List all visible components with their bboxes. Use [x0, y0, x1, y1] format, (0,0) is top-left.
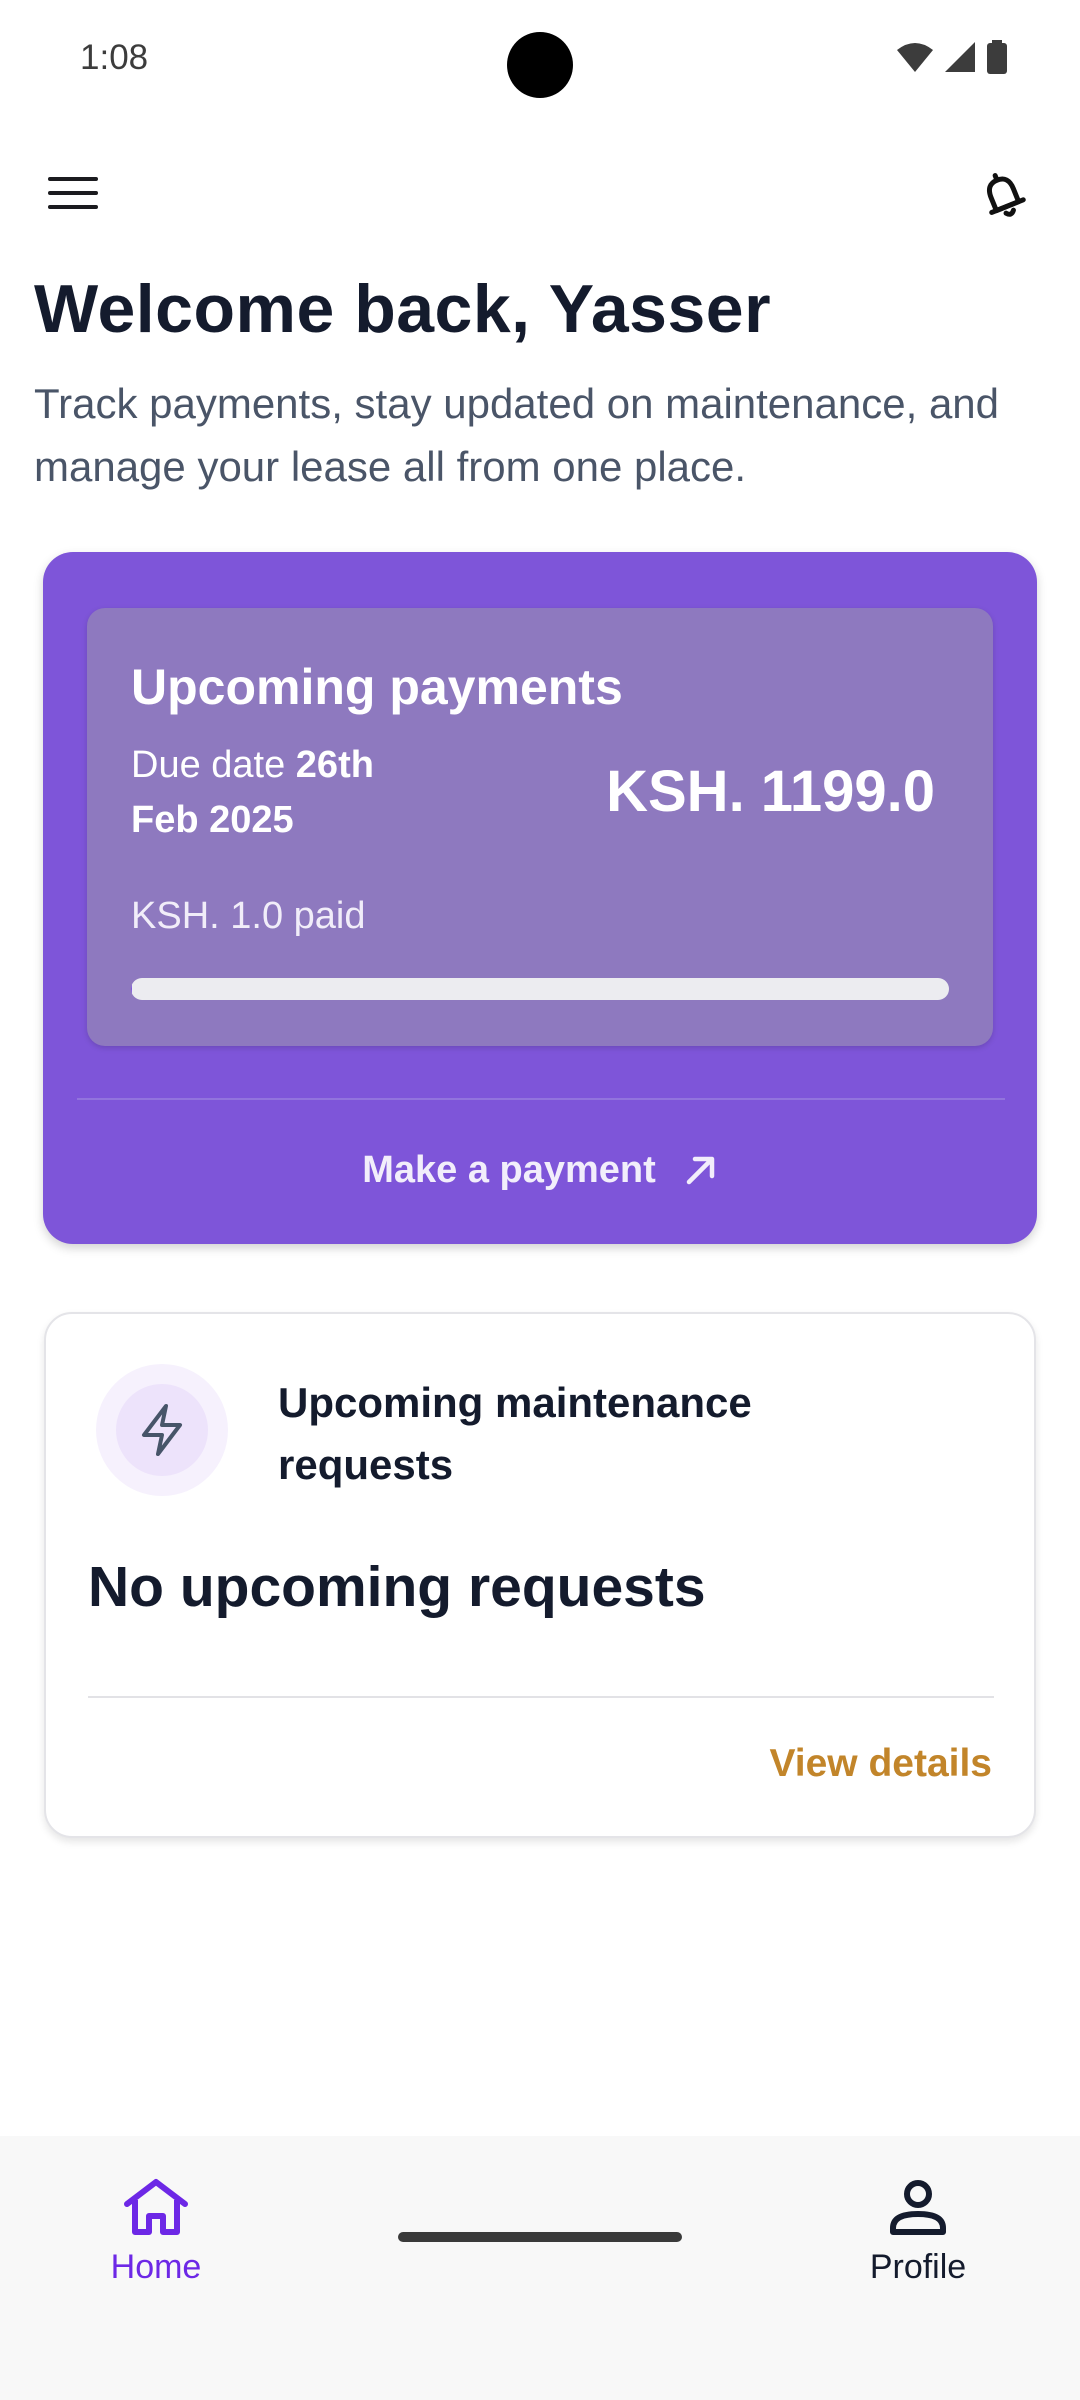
view-details-link[interactable]: View details — [769, 1742, 992, 1786]
signal-icon — [945, 42, 975, 72]
wifi-icon — [897, 43, 933, 72]
nav-profile[interactable]: Profile — [818, 2176, 1018, 2287]
home-icon — [124, 2179, 188, 2235]
battery-icon — [987, 40, 1007, 74]
bell-icon — [986, 173, 1026, 217]
gesture-home-indicator — [398, 2232, 682, 2242]
arrow-up-right-icon — [686, 1156, 715, 1185]
camera-cutout — [507, 32, 573, 98]
nav-home-label: Home — [110, 2248, 202, 2286]
payment-summary: Upcoming payments Due date 26th Feb 2025… — [87, 608, 993, 1046]
page-title: Welcome back, Yasser — [34, 271, 772, 347]
hamburger-menu-icon — [48, 177, 98, 209]
maintenance-card: Upcoming maintenance requests No upcomin… — [44, 1312, 1036, 1838]
make-payment-button[interactable]: Make a payment — [43, 1130, 1037, 1210]
maintenance-icon-badge — [96, 1364, 228, 1496]
person-icon — [890, 2180, 946, 2235]
status-bar: 1:08 — [0, 0, 1080, 120]
page-subtitle: Track payments, stay updated on maintena… — [34, 380, 1000, 490]
payment-card: Upcoming payments Due date 26th Feb 2025… — [43, 552, 1037, 1244]
payment-amount: KSH. 1199.0 — [606, 759, 935, 824]
nav-home[interactable]: Home — [56, 2176, 256, 2287]
paid-amount: KSH. 1.0 paid — [131, 895, 366, 937]
maintenance-empty-state: No upcoming requests — [88, 1555, 706, 1619]
lightning-bolt-icon — [142, 1404, 182, 1456]
notifications-button[interactable] — [966, 158, 1040, 232]
make-payment-label: Make a payment — [362, 1148, 656, 1191]
due-date: Due date 26th Feb 2025 — [131, 738, 431, 848]
maintenance-title: Upcoming maintenance requests — [278, 1379, 752, 1488]
payment-title: Upcoming payments — [131, 659, 623, 715]
menu-button[interactable] — [40, 160, 106, 226]
divider — [88, 1696, 994, 1698]
payment-progress-fill — [131, 978, 132, 1000]
nav-profile-label: Profile — [869, 2248, 967, 2286]
due-date-prefix: Due date — [131, 744, 296, 786]
payment-progress-bar — [131, 978, 949, 1000]
maintenance-icon-bg — [116, 1384, 208, 1476]
status-icons — [896, 40, 1008, 74]
bottom-navigation: Home Profile — [0, 2136, 1080, 2400]
status-time: 1:08 — [80, 38, 149, 77]
divider — [77, 1098, 1005, 1100]
